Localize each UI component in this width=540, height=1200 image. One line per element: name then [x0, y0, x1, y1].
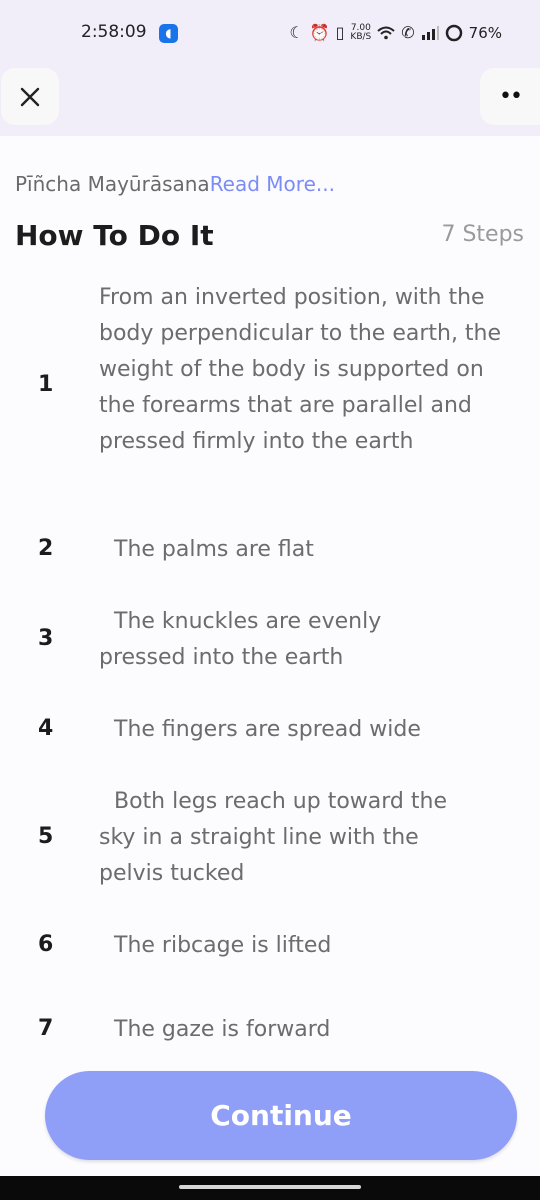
- step-number: 7: [38, 1016, 54, 1041]
- step-number: 3: [38, 626, 54, 651]
- status-time: 2:58:09: [81, 22, 147, 42]
- step-number: 6: [38, 932, 54, 957]
- step-text: The palms are flat: [114, 537, 314, 562]
- battery-percent: 76%: [468, 24, 502, 42]
- step-text: The fingers are spread wide: [114, 717, 421, 742]
- step-number: 1: [38, 372, 54, 397]
- step-text: The knuckles are evenly pressed into the…: [99, 609, 382, 670]
- section-title: How To Do It: [15, 219, 214, 252]
- gesture-handle[interactable]: [179, 1185, 361, 1189]
- status-bar: 2:58:09 ◖ ☾ ⏰ ▯ 7.00 KB/S ✆ 76%: [0, 0, 540, 68]
- more-icon: ••: [499, 84, 523, 109]
- battery-ring-icon: [445, 24, 462, 42]
- pose-name: Pīñcha Mayūrāsana: [15, 172, 210, 196]
- pose-intro: Pīñcha MayūrāsanaRead More...: [15, 172, 335, 196]
- steps-count: 7 Steps: [441, 222, 524, 247]
- step-number: 2: [38, 536, 54, 561]
- step-number: 5: [38, 824, 54, 849]
- notification-app-icon: ◖: [159, 24, 178, 43]
- top-bar: ••: [0, 68, 540, 136]
- step-text: From an inverted position, with the body…: [99, 285, 502, 454]
- alarm-icon: ⏰: [309, 23, 330, 42]
- step-text: The ribcage is lifted: [114, 933, 332, 958]
- step-text: The gaze is forward: [114, 1017, 331, 1042]
- step-number: 4: [38, 716, 54, 741]
- signal-icon: [421, 26, 439, 40]
- wifi-call-icon: ✆: [401, 23, 415, 42]
- close-button[interactable]: [1, 68, 59, 125]
- net-speed: 7.00 KB/S: [350, 24, 371, 42]
- moon-icon: ☾: [289, 23, 304, 42]
- net-speed-unit: KB/S: [350, 32, 372, 42]
- step-text: Both legs reach up toward the sky in a s…: [99, 789, 447, 886]
- close-icon: [20, 87, 40, 106]
- status-icons: ☾ ⏰ ▯ 7.00 KB/S ✆ 76%: [289, 21, 502, 45]
- read-more-link[interactable]: Read More...: [210, 172, 335, 196]
- vibrate-icon: ▯: [335, 23, 345, 42]
- more-options-button[interactable]: ••: [480, 68, 540, 125]
- continue-button[interactable]: Continue: [45, 1071, 517, 1160]
- wifi-icon: [377, 26, 395, 40]
